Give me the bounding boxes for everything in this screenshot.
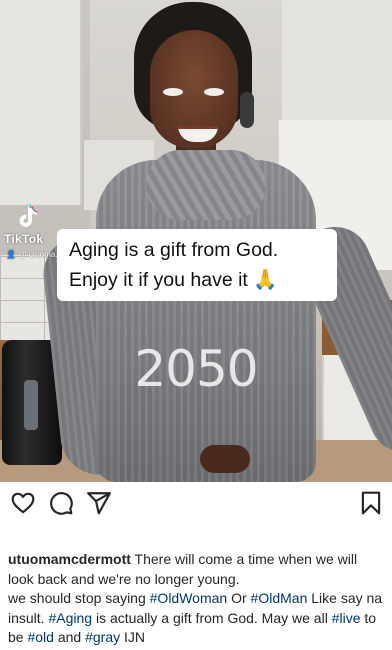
caption-line: Enjoy it if you have it 🙏 — [69, 269, 278, 291]
hashtag-link[interactable]: #OldMan — [251, 590, 308, 606]
comment-icon[interactable] — [48, 490, 74, 516]
hashtag-link[interactable]: #OldWoman — [150, 590, 228, 606]
tiktok-handle-text: @ utuoma... — [18, 250, 62, 259]
caption-line: Aging is a gift from God. — [69, 239, 279, 261]
kitchen-cabinet — [0, 0, 82, 205]
caption-text: Or — [227, 590, 251, 606]
post-media[interactable]: TikTok 👤 @ utuoma... Aging is a gift fro… — [0, 0, 392, 482]
earring — [240, 92, 254, 128]
user-icon: 👤 — [6, 250, 19, 259]
caption-text: is actually a gift from God. May we all — [92, 609, 332, 626]
hashtag-link[interactable]: #live — [332, 610, 361, 626]
person-eye — [163, 88, 183, 96]
share-icon[interactable] — [86, 490, 112, 516]
hashtag-link[interactable]: #gray — [85, 629, 120, 645]
caption-text: and — [53, 629, 86, 645]
sweater-collar — [146, 150, 266, 220]
bookmark-icon[interactable] — [358, 490, 384, 516]
post-username[interactable]: utuomamcdermott — [8, 551, 131, 567]
tiktok-logo-icon — [19, 204, 38, 227]
video-caption-overlay: Aging is a gift from God. Enjoy it if yo… — [57, 229, 337, 301]
caption-text: we should stop saying — [8, 590, 150, 606]
person-eye — [204, 88, 224, 96]
post-actions — [0, 482, 392, 532]
year-overlay: 2050 — [134, 340, 258, 398]
caption-text: IJN — [120, 629, 145, 645]
hashtag-link[interactable]: #old — [27, 629, 53, 645]
tiktok-brand-label: TikTok — [4, 232, 44, 246]
post-caption: utuomamcdermott There will come a time w… — [8, 550, 386, 648]
person-hand — [200, 445, 250, 473]
heart-icon[interactable] — [10, 490, 36, 516]
hashtag-link[interactable]: #Aging — [48, 610, 92, 626]
tiktok-handle: 👤 @ utuoma... — [6, 250, 62, 259]
